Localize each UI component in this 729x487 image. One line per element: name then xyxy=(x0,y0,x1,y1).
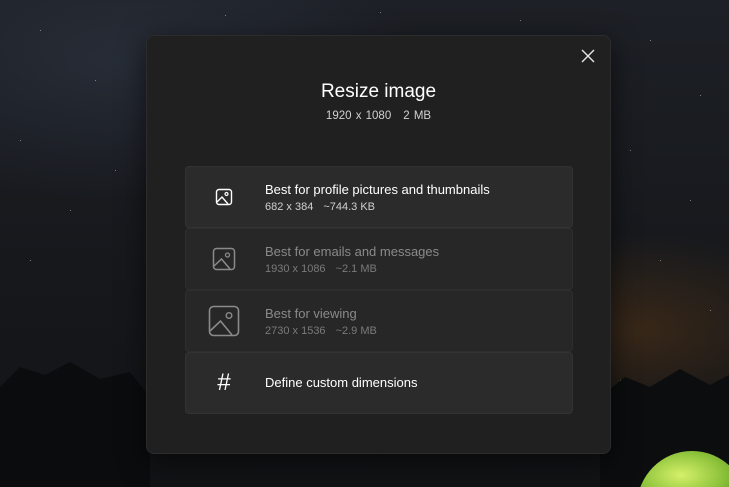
resize-image-dialog: Resize image 1920 x 1080 2 MB Best for pr… xyxy=(146,35,611,454)
option-size: ~2.9 MB xyxy=(335,325,377,337)
dialog-title: Resize image xyxy=(320,81,437,102)
option-size: ~2.1 MB xyxy=(335,263,377,275)
option-label: Best for emails and messages xyxy=(265,244,440,259)
option-dimensions: 682 x 384 xyxy=(265,201,314,213)
option-label: Define custom dimensions xyxy=(265,375,418,390)
option-label: Best for profile pictures and thumbnails xyxy=(265,182,490,197)
original-size: 2 MB xyxy=(403,110,432,122)
original-dimensions: 1920 x 1080 xyxy=(325,110,392,122)
option-detail: 682 x 384 ~744.3 KB xyxy=(265,201,375,213)
close-icon xyxy=(581,49,595,63)
option-custom-dimensions[interactable]: # Define custom dimensions xyxy=(185,352,573,414)
option-label: Best for viewing xyxy=(265,306,357,321)
option-dimensions: 2730 x 1536 xyxy=(265,325,326,337)
option-dimensions: 1930 x 1086 xyxy=(265,263,326,275)
original-image-info: 1920 x 1080 2 MB xyxy=(147,110,610,122)
image-icon xyxy=(204,167,244,227)
option-size: ~744.3 KB xyxy=(323,201,376,213)
option-detail: 1930 x 1086 ~2.1 MB xyxy=(265,263,377,275)
image-icon xyxy=(204,229,244,289)
close-button[interactable] xyxy=(574,42,602,70)
option-detail: 2730 x 1536 ~2.9 MB xyxy=(265,325,377,337)
image-icon xyxy=(204,291,244,351)
hash-icon: # xyxy=(217,369,231,396)
option-viewing[interactable]: Best for viewing 2730 x 1536 ~2.9 MB xyxy=(185,290,573,352)
option-profile-thumbnails[interactable]: Best for profile pictures and thumbnails… xyxy=(185,166,573,228)
option-emails-messages[interactable]: Best for emails and messages 1930 x 1086… xyxy=(185,228,573,290)
